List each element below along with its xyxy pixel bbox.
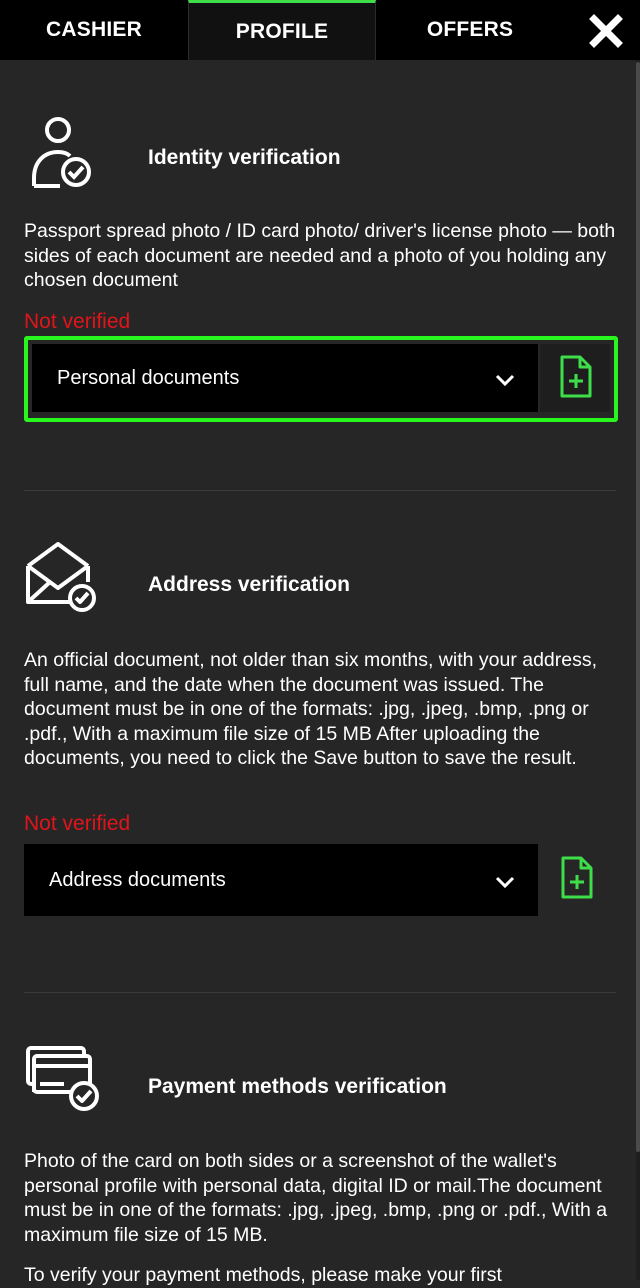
upload-personal-document-button[interactable]: [540, 344, 610, 412]
close-icon[interactable]: [588, 13, 624, 49]
address-verification-title: Address verification: [148, 573, 350, 596]
tab-profile[interactable]: PROFILE: [188, 0, 376, 60]
identity-verification-description: Passport spread photo / ID card photo/ d…: [24, 220, 616, 291]
address-documents-select-value: Address documents: [49, 868, 226, 891]
address-documents-select[interactable]: Address documents: [24, 844, 538, 916]
section-divider: [24, 992, 616, 993]
upload-address-document-button[interactable]: [540, 844, 616, 916]
tab-cashier[interactable]: CASHIER: [0, 0, 188, 60]
chevron-down-icon: [494, 370, 516, 393]
personal-documents-select-value: Personal documents: [57, 366, 240, 389]
personal-documents-select[interactable]: Personal documents: [32, 344, 538, 412]
file-plus-icon: [561, 856, 593, 899]
payment-methods-verification-title: Payment methods verification: [148, 1075, 447, 1098]
file-plus-icon: [560, 355, 592, 398]
tab-offers[interactable]: OFFERS: [376, 0, 564, 60]
payment-methods-note: To verify your payment methods, please m…: [24, 1264, 502, 1286]
scrollbar-thumb[interactable]: [636, 62, 640, 1152]
section-divider: [24, 490, 616, 491]
payment-methods-verification-description: Photo of the card on both sides or a scr…: [24, 1150, 608, 1246]
identity-verification-title: Identity verification: [148, 146, 341, 169]
envelope-check-icon: [24, 540, 100, 617]
address-verification-description: An official document, not older than six…: [24, 649, 598, 769]
chevron-down-icon: [494, 872, 516, 895]
user-check-icon: [24, 114, 94, 195]
identity-status-label: Not verified: [24, 310, 131, 333]
payment-methods-verification-section: Payment methods verification Photo of th…: [24, 1042, 616, 1286]
address-verification-section: Address verification An official documen…: [24, 540, 616, 840]
top-tab-bar: CASHIER PROFILE OFFERS: [0, 0, 640, 60]
cards-check-icon: [24, 1044, 104, 1117]
address-status-label: Not verified: [24, 812, 131, 835]
